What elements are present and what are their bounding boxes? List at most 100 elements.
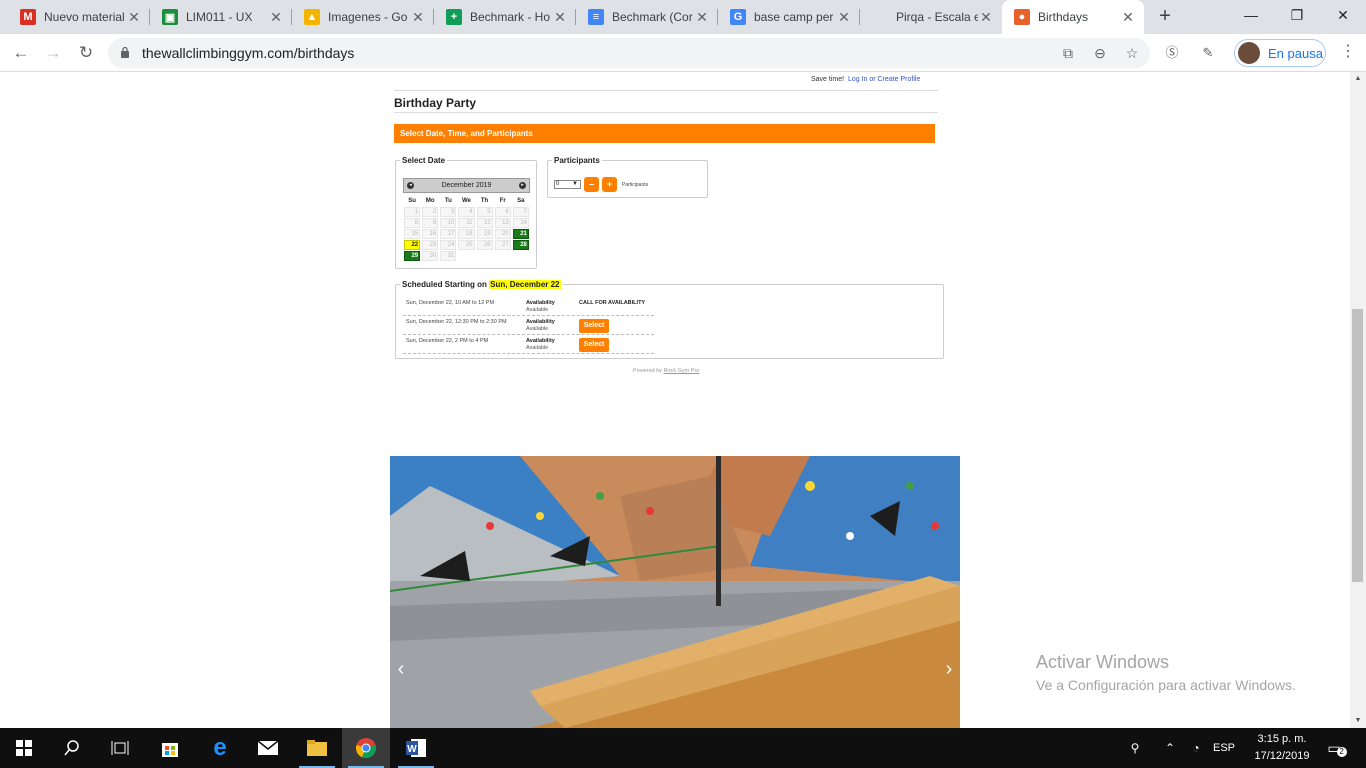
search-button[interactable] — [48, 728, 96, 768]
calendar-week-row: 1234567 — [403, 207, 530, 218]
close-tab-icon[interactable]: ✕ — [836, 9, 852, 26]
browser-tab[interactable]: ≡ Bechmark (Cor ✕ — [576, 0, 718, 34]
availability-value: Available — [526, 307, 549, 313]
close-window-button[interactable]: ✕ — [1320, 0, 1366, 32]
edge-app-button[interactable]: e — [196, 728, 244, 768]
participants-select[interactable]: 0 ▼ — [554, 180, 581, 189]
schedule-prefix: Scheduled Starting on — [402, 280, 487, 289]
select-slot-button[interactable]: Select — [579, 338, 609, 352]
tab-title: Pirqa - Escala e — [896, 10, 978, 24]
people-icon[interactable]: ⚲ — [1122, 728, 1148, 768]
close-tab-icon[interactable]: ✕ — [978, 9, 994, 26]
tab-title: base camp per — [754, 10, 834, 24]
profile-button[interactable]: En pausa — [1234, 39, 1326, 67]
schedule-panel: Scheduled Starting on Sun, December 22 S… — [395, 280, 944, 359]
mail-icon — [257, 740, 279, 755]
close-tab-icon[interactable]: ✕ — [694, 9, 710, 26]
browser-tab[interactable]: M Nuevo material ✕ — [8, 0, 150, 34]
windows-logo-icon — [16, 740, 32, 756]
forward-button[interactable]: → — [41, 41, 65, 65]
close-tab-icon[interactable]: ✕ — [268, 9, 284, 26]
drive-icon: ▲ — [304, 9, 320, 25]
participants-label: Participants — [622, 181, 649, 188]
browser-tab[interactable]: ▲ Imagenes - Go ✕ — [292, 0, 434, 34]
profile-label: En pausa — [1268, 45, 1323, 61]
scroll-down-icon[interactable]: ▼ — [1350, 714, 1366, 728]
action-center-button[interactable]: ▭ 2 — [1322, 728, 1352, 768]
browser-tab[interactable]: ▣ LIM011 - UX ✕ — [150, 0, 292, 34]
menu-icon[interactable]: ⋮ — [1340, 43, 1356, 63]
zoom-icon[interactable]: ⊖ — [1090, 43, 1110, 63]
store-app-button[interactable] — [146, 728, 194, 768]
browser-tab[interactable]: ● Birthdays ✕ — [1002, 0, 1144, 34]
address-bar[interactable]: thewallclimbinggym.com/birthdays ⧉ ⊖ ☆ — [108, 38, 1150, 68]
weekday-label: Tu — [444, 198, 452, 204]
calendar-day-available[interactable]: 28 — [512, 240, 529, 250]
scroll-up-icon[interactable]: ▲ — [1350, 72, 1366, 86]
bookmark-star-icon[interactable]: ☆ — [1122, 43, 1142, 63]
calendar-day: 31 — [440, 251, 457, 261]
svg-text:W: W — [407, 744, 417, 755]
close-tab-icon[interactable]: ✕ — [1120, 9, 1136, 26]
scrollbar-thumb[interactable] — [1352, 309, 1363, 582]
schedule-row: Sun, December 22, 2 PM to 4 PM Availabili… — [403, 335, 654, 354]
skype-extension-icon[interactable]: Ⓢ — [1162, 43, 1182, 63]
network-wifi-icon[interactable]: ◔ — [1185, 728, 1207, 768]
calendar-day: 9 — [422, 218, 439, 228]
next-month-icon[interactable]: ▸ — [519, 182, 526, 189]
eyedropper-extension-icon[interactable]: ✎ — [1198, 43, 1218, 63]
carousel-prev-button[interactable]: ‹ — [390, 654, 412, 684]
prev-month-icon[interactable]: ◂ — [407, 182, 414, 189]
calendar-day-available[interactable]: 29 — [404, 251, 421, 261]
edge-icon: e — [213, 734, 227, 761]
file-explorer-button[interactable] — [293, 728, 341, 768]
translate-icon[interactable]: ⧉ — [1058, 43, 1078, 63]
word-app-button[interactable]: W — [392, 728, 440, 768]
browser-tab[interactable]: + Bechmark - Ho ✕ — [434, 0, 576, 34]
activate-windows-watermark: Activar Windows Ve a Configuración para … — [1036, 652, 1296, 693]
browser-tab[interactable]: Gbase camp per ✕ — [718, 0, 860, 34]
browser-tab[interactable]: Pirqa - Escala e ✕ — [860, 0, 1002, 34]
weekday-label: Su — [408, 198, 416, 204]
show-hidden-icons-chevron-icon[interactable]: ⌃ — [1160, 728, 1180, 768]
photo-carousel: ‹ › — [390, 456, 960, 728]
decrease-participants-button[interactable]: – — [584, 177, 599, 192]
blank-icon — [872, 9, 888, 25]
store-icon — [162, 743, 178, 757]
calendar-day-available[interactable]: 21 — [512, 229, 529, 239]
clock[interactable]: 3:15 p. m. 17/12/2019 — [1246, 731, 1318, 765]
availability-label: Availability — [526, 300, 555, 306]
reload-button[interactable]: ↻ — [74, 41, 98, 65]
close-tab-icon[interactable]: ✕ — [410, 9, 426, 26]
clock-time: 3:15 p. m. — [1257, 733, 1307, 745]
minimize-button[interactable]: — — [1228, 0, 1274, 32]
new-tab-button[interactable]: + — [1153, 5, 1177, 29]
avatar — [1238, 42, 1260, 64]
section-header: Select Date, Time, and Participants — [394, 124, 935, 143]
close-tab-icon[interactable]: ✕ — [552, 9, 568, 26]
mail-app-button[interactable] — [244, 728, 292, 768]
calendar-day: 17 — [440, 229, 457, 239]
start-button[interactable] — [0, 728, 48, 768]
login-link[interactable]: Log In or Create Profile — [848, 76, 920, 83]
save-time-bar: Save time! Log In or Create Profile — [811, 76, 920, 83]
rock-gym-pro-link[interactable]: Rock Gym Pro — [664, 368, 700, 374]
availability-label: Availability — [526, 319, 555, 325]
calendar-day: 5 — [476, 207, 493, 217]
task-view-button[interactable] — [96, 728, 144, 768]
calendar-day-selected[interactable]: 22 — [404, 240, 421, 250]
chrome-app-button[interactable] — [342, 728, 390, 768]
carousel-next-button[interactable]: › — [938, 654, 960, 684]
powered-by: Powered by Rock Gym Pro — [633, 368, 699, 374]
close-tab-icon[interactable]: ✕ — [126, 9, 142, 26]
calendar-day: 20 — [494, 229, 511, 239]
divider — [394, 90, 938, 91]
input-language[interactable]: ESP — [1210, 728, 1238, 768]
page-scrollbar[interactable]: ▲ ▼ — [1350, 72, 1366, 728]
back-button[interactable]: ← — [9, 41, 33, 65]
select-slot-button[interactable]: Select — [579, 319, 609, 333]
select-date-panel: Select Date ◂ December 2019 ▸ Su Mo Tu We Th… — [395, 156, 537, 269]
schedule-date: Sun, December 22 — [489, 280, 561, 289]
restore-button[interactable]: ❐ — [1274, 0, 1320, 32]
increase-participants-button[interactable]: + — [602, 177, 617, 192]
